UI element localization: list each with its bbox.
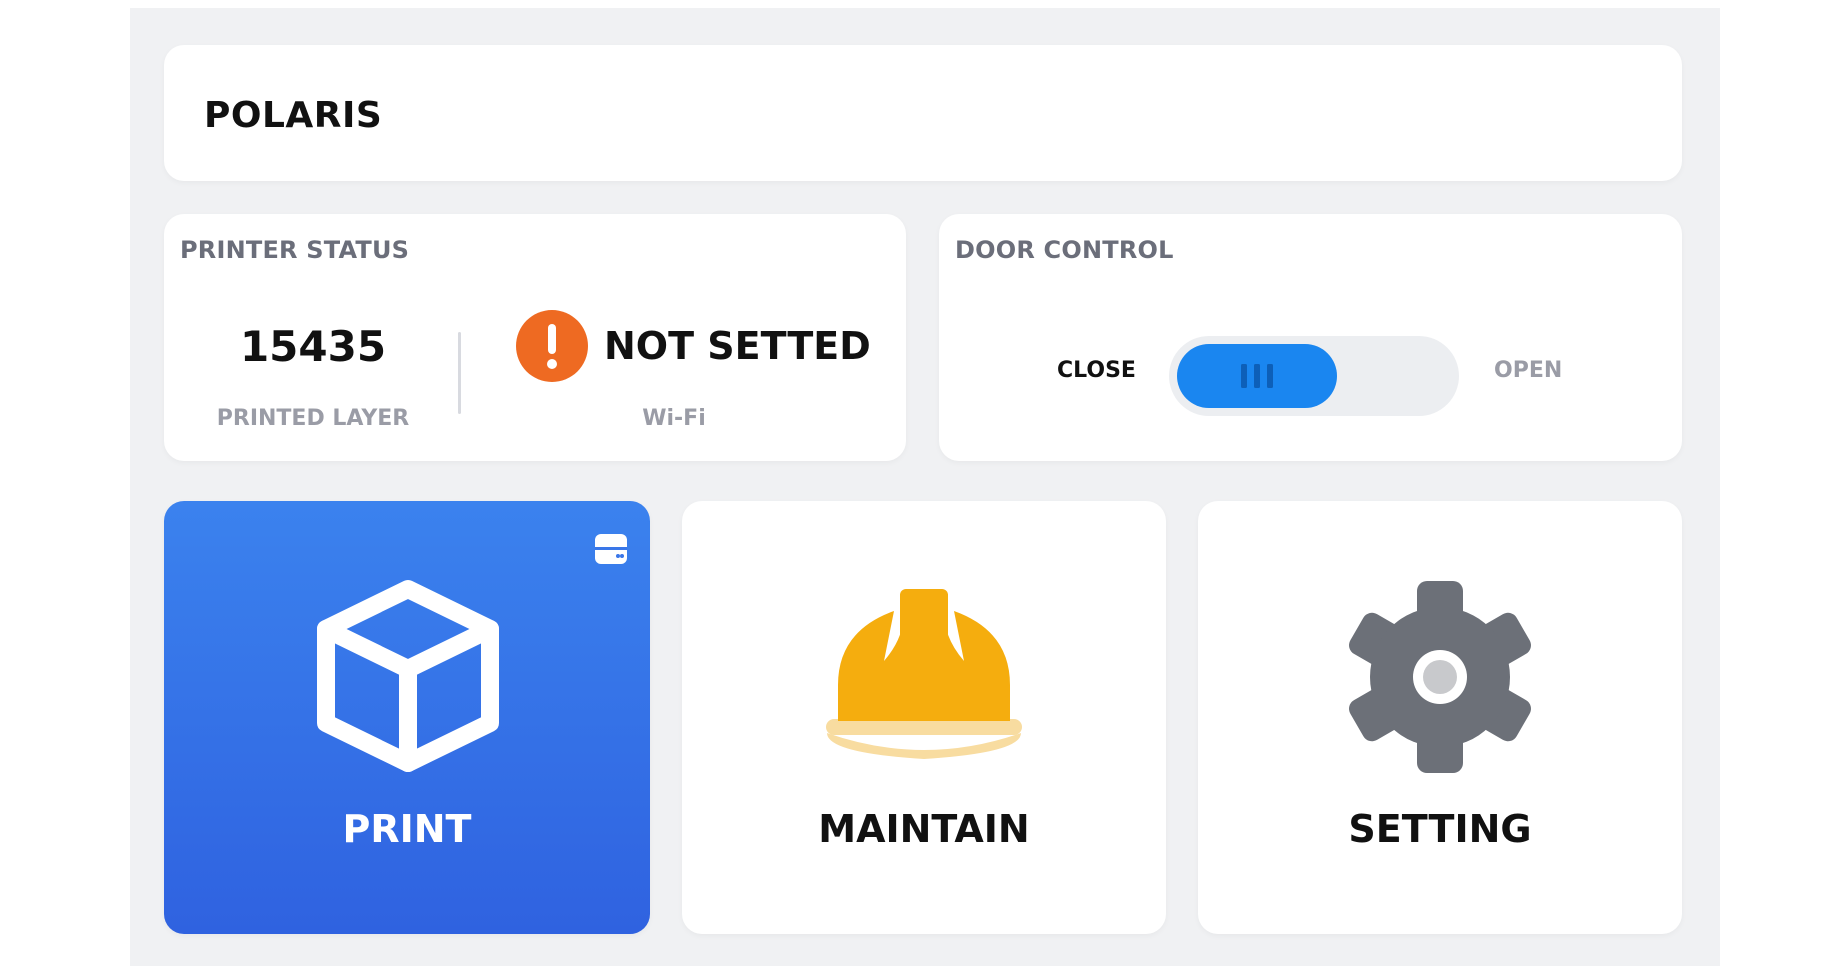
printed-layer-value: 15435 bbox=[239, 322, 387, 371]
hard-hat-icon bbox=[826, 589, 1022, 759]
printer-status-card: PRINTER STATUS 15435 PRINTED LAYER NOT S… bbox=[164, 214, 906, 461]
printer-status-heading: PRINTER STATUS bbox=[180, 236, 410, 264]
grip-icon bbox=[1241, 364, 1273, 388]
app-screen: POLARIS PRINTER STATUS 15435 PRINTED LAY… bbox=[130, 8, 1720, 966]
setting-tile-button[interactable]: SETTING bbox=[1198, 501, 1682, 934]
gear-icon bbox=[1349, 581, 1531, 773]
maintain-tile-label: MAINTAIN bbox=[818, 807, 1030, 851]
door-close-label: CLOSE bbox=[1057, 358, 1136, 383]
door-control-card: DOOR CONTROL CLOSE OPEN bbox=[939, 214, 1682, 461]
title-bar: POLARIS bbox=[164, 45, 1682, 181]
exclamation-circle-icon bbox=[516, 310, 588, 382]
maintain-tile-button[interactable]: MAINTAIN bbox=[682, 501, 1166, 934]
cube-icon bbox=[317, 580, 499, 772]
door-control-heading: DOOR CONTROL bbox=[955, 236, 1174, 264]
door-toggle-knob[interactable] bbox=[1177, 344, 1337, 408]
storage-icon bbox=[595, 534, 627, 564]
door-open-label: OPEN bbox=[1494, 358, 1563, 383]
door-toggle-switch[interactable] bbox=[1169, 336, 1459, 416]
setting-tile-label: SETTING bbox=[1348, 807, 1532, 851]
wifi-label: Wi-Fi bbox=[642, 406, 706, 431]
status-divider bbox=[458, 332, 461, 414]
print-tile-label: PRINT bbox=[342, 807, 472, 851]
print-tile-button[interactable]: PRINT bbox=[164, 501, 650, 934]
printed-layer-label: PRINTED LAYER bbox=[216, 406, 410, 431]
wifi-status-value: NOT SETTED bbox=[604, 324, 871, 368]
app-title: POLARIS bbox=[204, 95, 383, 136]
